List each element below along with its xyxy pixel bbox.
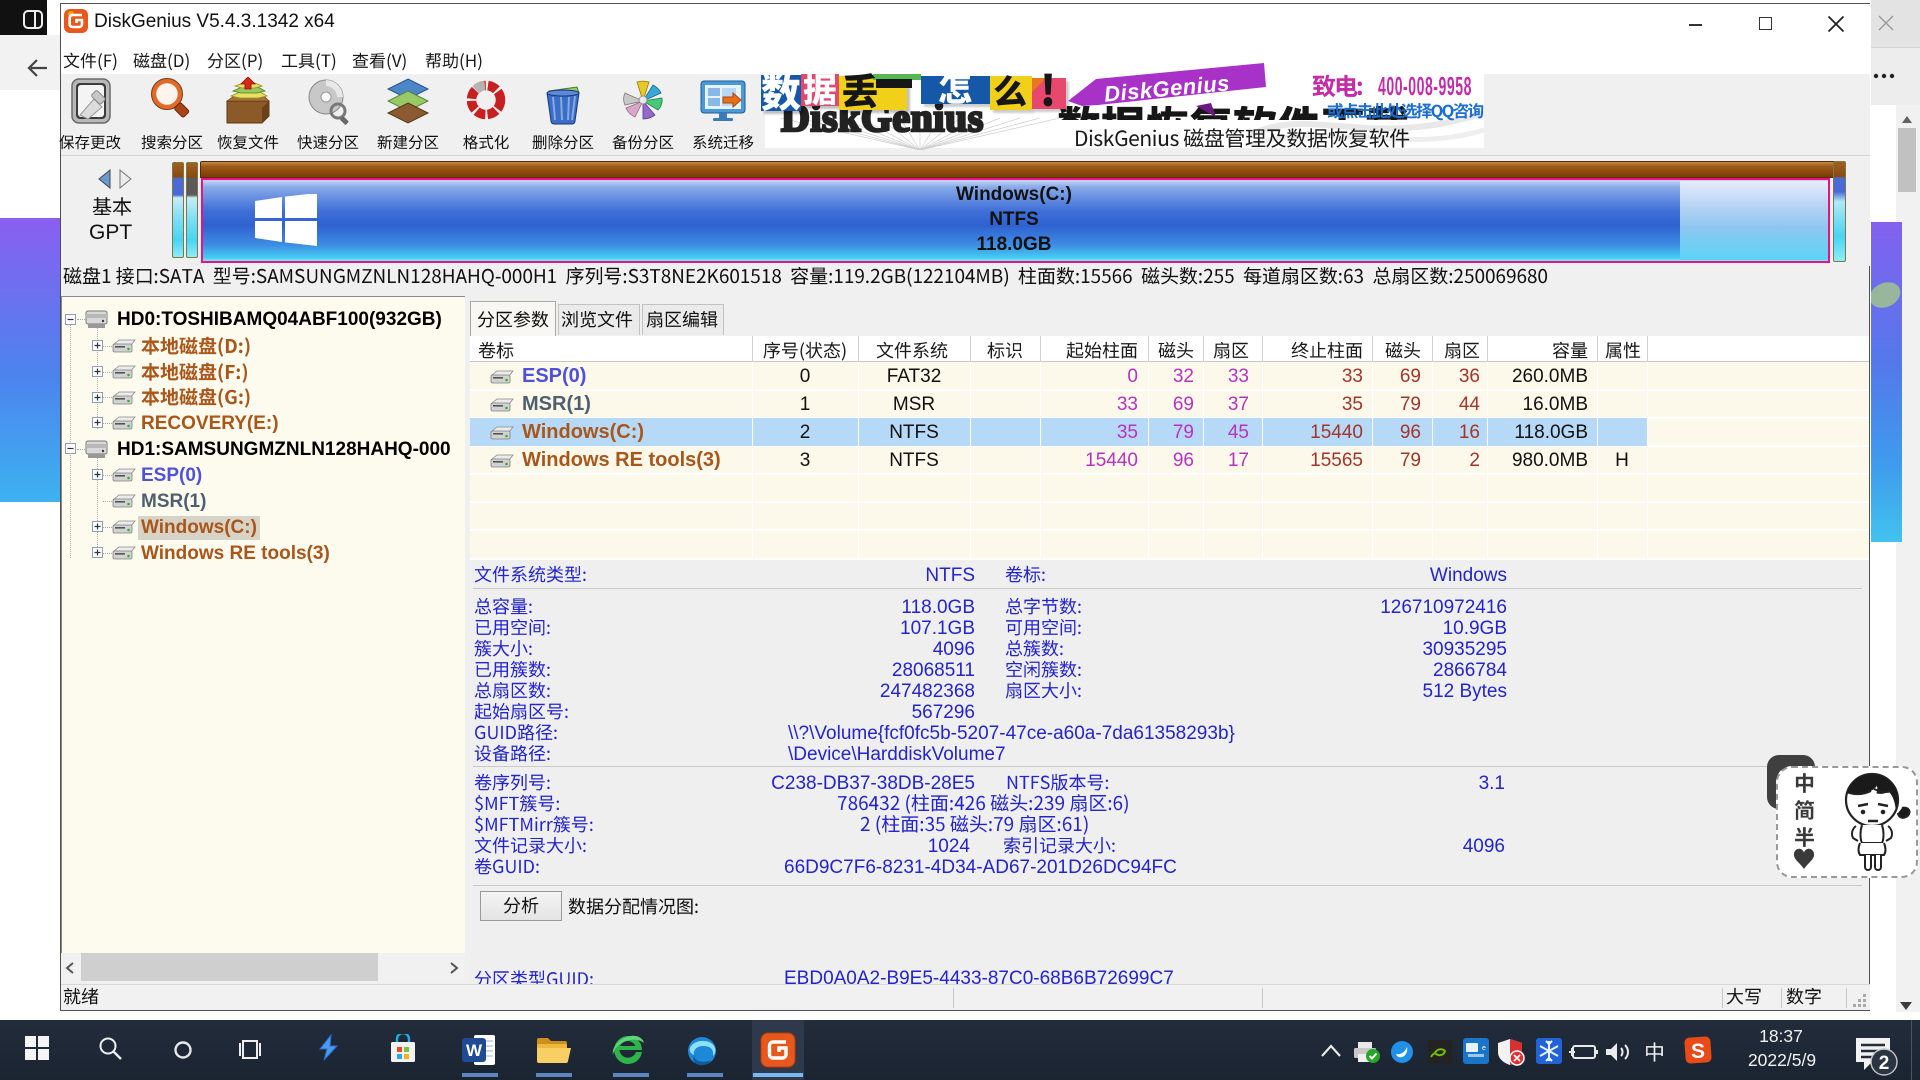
svg-text:W: W (466, 1041, 483, 1060)
svg-text:2: 2 (1879, 1053, 1890, 1074)
svg-text:e: e (1482, 1045, 1486, 1052)
